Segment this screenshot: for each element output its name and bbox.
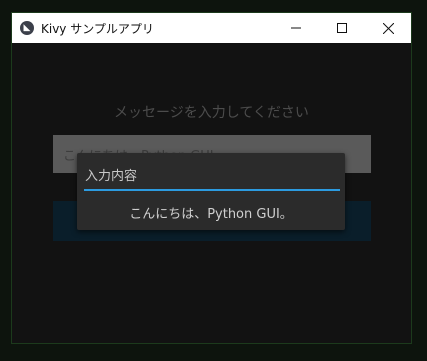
popup-message: こんにちは、Python GUI。: [129, 207, 293, 222]
window-controls: [273, 13, 411, 43]
prompt-label: メッセージを入力してください: [114, 105, 309, 121]
minimize-icon: [291, 27, 301, 29]
app-content: メッセージを入力してください こんにちは、Python GUI。 入力内容 こん…: [12, 43, 411, 343]
window-title: Kivy サンプルアプリ: [41, 21, 154, 36]
kivy-logo-icon: ◣: [20, 21, 34, 35]
app-window: ◣ Kivy サンプルアプリ メッセージを入力してください こんにちは、Pyth…: [11, 12, 412, 344]
close-button[interactable]: [365, 13, 411, 43]
popup-input-field[interactable]: 入力内容: [84, 165, 340, 191]
minimize-button[interactable]: [273, 13, 319, 43]
maximize-icon: [337, 23, 347, 33]
close-icon: [382, 22, 394, 34]
maximize-button[interactable]: [319, 13, 365, 43]
popup-dialog: 入力内容 こんにちは、Python GUI。: [77, 153, 345, 230]
title-bar[interactable]: ◣ Kivy サンプルアプリ: [12, 13, 411, 43]
